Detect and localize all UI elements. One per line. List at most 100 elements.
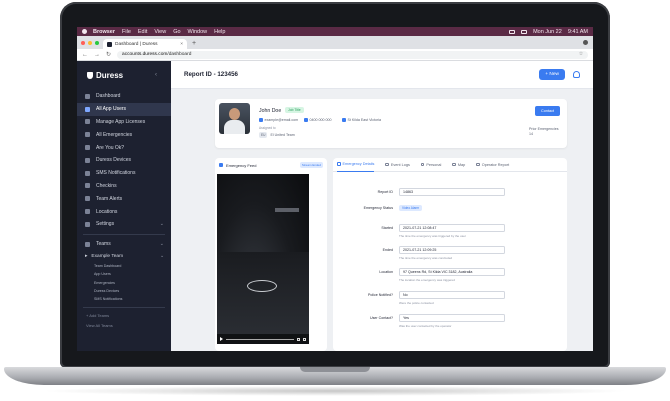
map-icon	[452, 162, 456, 167]
bell-icon[interactable]	[573, 71, 580, 78]
bookmark-star-icon[interactable]: ☆	[579, 52, 583, 57]
emergency-video[interactable]	[217, 174, 309, 344]
wifi-icon[interactable]	[521, 29, 528, 34]
duress-logo[interactable]: Duress	[87, 71, 123, 80]
video-controls	[217, 334, 309, 344]
browser-profile-icon[interactable]	[583, 40, 588, 45]
field-label: Police Notified?	[368, 293, 393, 297]
team-subitem[interactable]: SMS Notifications	[77, 295, 171, 303]
contact-button[interactable]: Contact	[535, 106, 561, 116]
menu-view[interactable]: View	[154, 29, 166, 35]
battery-icon[interactable]	[509, 29, 516, 34]
team-subitem[interactable]: Emergencies	[77, 278, 171, 286]
sidebar-item-all-app-users[interactable]: All App Users	[77, 102, 171, 116]
url-input[interactable]: accounts.duress.com/dashboard ☆	[117, 50, 588, 59]
team-subitem[interactable]: App Users	[77, 270, 171, 278]
menu-file[interactable]: File	[122, 29, 131, 35]
tab-map[interactable]: Map	[452, 158, 465, 172]
details-icon	[337, 162, 341, 166]
chevron-down-icon: ⌄	[159, 221, 164, 228]
tab-label: Personal	[426, 162, 442, 167]
user-contact-input[interactable]: Yes	[399, 314, 505, 322]
reload-icon[interactable]: ↻	[106, 51, 111, 58]
volume-icon[interactable]	[297, 337, 300, 341]
tab-emergency-details[interactable]: Emergency Details	[337, 158, 375, 172]
menubar-time[interactable]: 9:41 AM	[568, 29, 588, 35]
user-name: John Doe	[259, 108, 282, 114]
alert-icon	[85, 196, 90, 202]
menu-go[interactable]: Go	[173, 29, 180, 35]
avatar	[219, 103, 250, 134]
team-group-example[interactable]: ▸ Example Team ⌄	[77, 251, 171, 262]
sidebar-item-dashboard[interactable]: Dashboard	[77, 90, 171, 103]
menu-help[interactable]: Help	[214, 29, 225, 35]
sidebar-item-duress-devices[interactable]: Duress Devices	[77, 154, 171, 167]
tab-close-icon[interactable]: ×	[180, 42, 183, 47]
sidebar-item-manage-licenses[interactable]: Manage App Licenses	[77, 116, 171, 129]
video-progress-bar[interactable]	[226, 338, 294, 340]
tab-event-logs[interactable]: Event Logs	[385, 158, 410, 172]
tab-operator-report[interactable]: Operator Report	[476, 158, 509, 172]
sidebar-item-all-emergencies[interactable]: All Emergencies	[77, 128, 171, 141]
browser-tab[interactable]: Dashboard | Duress ×	[103, 39, 187, 49]
user-profile-card: John Doe Job Title example@email.com 040…	[215, 99, 567, 148]
sidebar-item-label: All Emergencies	[96, 131, 133, 138]
team-name: Example Team	[91, 253, 124, 259]
back-icon[interactable]: ←	[82, 52, 88, 58]
sidebar-item-label: Team Alerts	[96, 195, 123, 202]
sidebar-nav: Dashboard All App Users Manage App Licen…	[77, 90, 171, 331]
location-input[interactable]: 97 Queens Rd, St Kilda VIC 3182, Austral…	[399, 268, 505, 276]
started-input[interactable]: 2021-07-21 12:08:47	[399, 224, 505, 232]
avatar-head	[229, 108, 240, 120]
assigned-team[interactable]: EU El United Team	[259, 132, 295, 138]
add-teams-link[interactable]: + Add Teams	[77, 311, 171, 321]
fullscreen-icon[interactable]	[303, 337, 306, 341]
sidebar-item-label: Checkins	[96, 182, 117, 189]
sidebar-item-teams[interactable]: Teams ⌄	[77, 238, 171, 251]
menubar-date[interactable]: Mon Jun 22	[533, 29, 562, 35]
ended-input[interactable]: 2021-07-21 12:09:25	[399, 246, 505, 254]
location-pin-icon	[342, 118, 346, 122]
video-scene-bicycle	[247, 280, 277, 292]
team-subitem[interactable]: Duress Devices	[77, 287, 171, 295]
forward-icon[interactable]: →	[94, 52, 100, 58]
user-phone[interactable]: 0400 000 000	[304, 118, 331, 122]
menu-edit[interactable]: Edit	[138, 29, 147, 35]
police-notified-input[interactable]: No	[399, 291, 505, 299]
sidebar-divider	[83, 306, 165, 308]
sidebar-divider	[83, 233, 165, 235]
zoom-window-icon[interactable]	[95, 40, 99, 45]
minimize-window-icon[interactable]	[88, 40, 92, 45]
apple-icon[interactable]	[82, 29, 87, 34]
report-id-input[interactable]: 14863	[399, 188, 505, 196]
tab-personal[interactable]: Personal	[420, 158, 442, 172]
sidebar-item-settings[interactable]: Settings ⌄	[77, 218, 171, 231]
feed-checkbox[interactable]	[219, 163, 223, 167]
sidebar-item-are-you-ok[interactable]: Are You Ok?	[77, 141, 171, 154]
app-root: Duress ‹ Dashboard All App Users Manage …	[77, 61, 593, 351]
laptop-notch	[300, 367, 370, 372]
field-label: User Contact?	[370, 316, 393, 320]
prior-emergencies-count: 14	[529, 132, 533, 136]
menu-window[interactable]: Window	[188, 29, 208, 35]
logo-text: Duress	[96, 71, 124, 80]
new-tab-button[interactable]: +	[192, 39, 196, 49]
team-subitem[interactable]: Team Dashboard	[77, 262, 171, 270]
sidebar-item-team-alerts[interactable]: Team Alerts	[77, 192, 171, 205]
shield-logo-icon	[87, 72, 93, 79]
menu-app[interactable]: Browser	[93, 29, 115, 35]
chevron-down-icon: ⌄	[159, 253, 164, 259]
user-address: St Kilda East Victoria	[342, 118, 381, 122]
sidebar-item-locations[interactable]: Locations	[77, 205, 171, 218]
close-window-icon[interactable]	[81, 40, 85, 45]
teams-icon	[85, 241, 90, 247]
view-all-teams-link[interactable]: View All Teams	[77, 321, 171, 331]
sidebar-item-sms-notifications[interactable]: SMS Notifications	[77, 167, 171, 180]
new-button[interactable]: + New	[539, 69, 565, 80]
play-icon[interactable]	[220, 337, 223, 341]
user-email[interactable]: example@email.com	[259, 118, 298, 122]
users-icon	[85, 106, 90, 112]
collapse-sidebar-icon[interactable]: ‹	[155, 72, 157, 78]
sidebar-item-checkins[interactable]: Checkins	[77, 180, 171, 193]
status-badge: Video Alarm	[399, 205, 423, 211]
